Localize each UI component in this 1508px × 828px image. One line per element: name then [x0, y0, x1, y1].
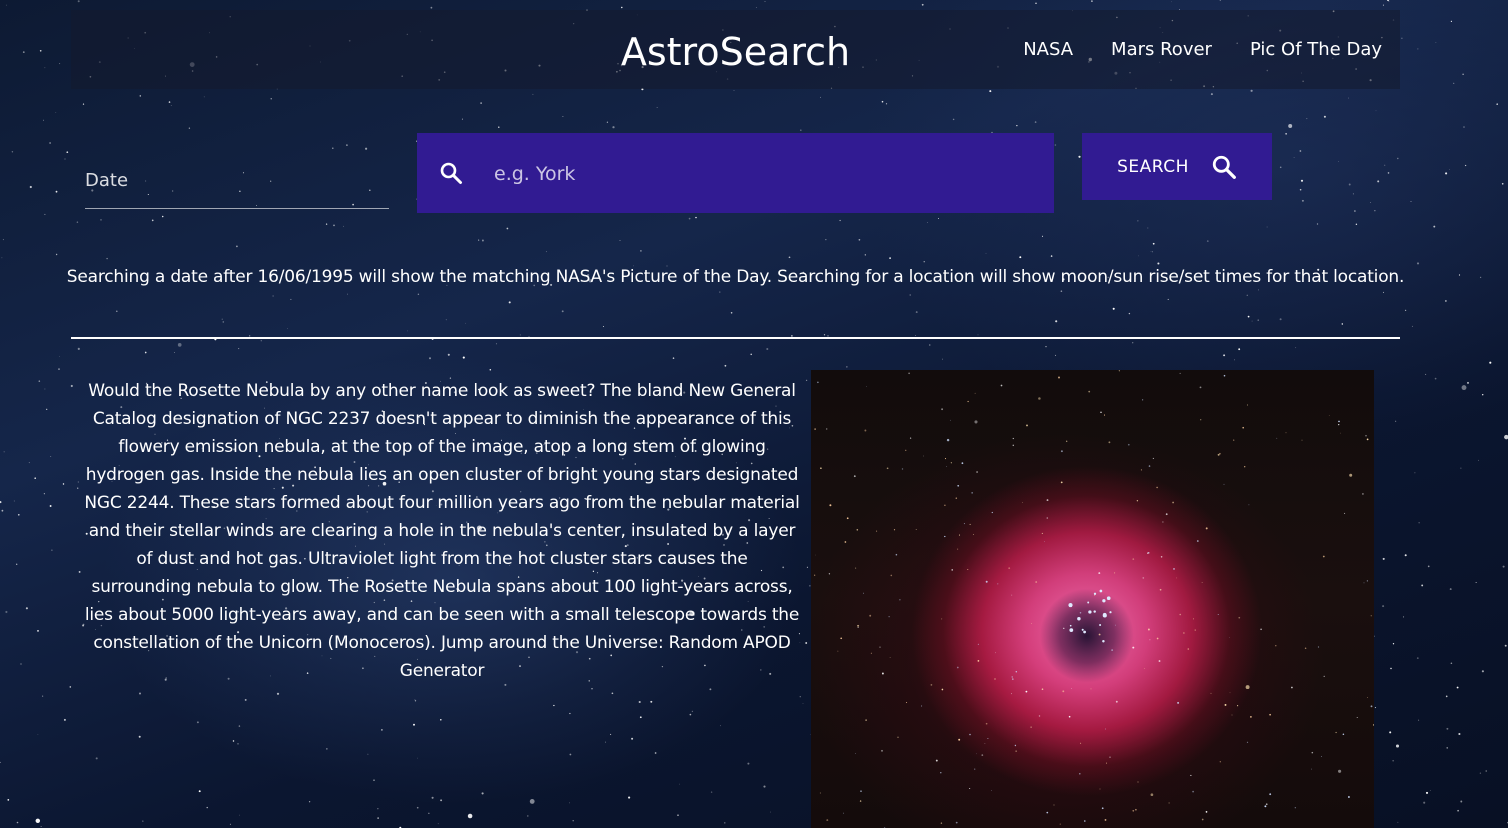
- location-search-input[interactable]: [492, 153, 1036, 195]
- header-bar: AstroSearch NASA Mars Rover Pic Of The D…: [71, 10, 1400, 89]
- nav-link-mars-rover[interactable]: Mars Rover: [1111, 38, 1212, 62]
- nav-link-nasa[interactable]: NASA: [1023, 38, 1073, 62]
- apod-image: [811, 370, 1374, 828]
- location-search-box[interactable]: [417, 133, 1054, 213]
- date-field[interactable]: Date: [85, 160, 389, 209]
- apod-explanation: Would the Rosette Nebula by any other na…: [84, 381, 800, 681]
- search-button[interactable]: SEARCH: [1082, 133, 1272, 200]
- apod-image-stars: [814, 370, 1374, 828]
- main-nav: NASA Mars Rover Pic Of The Day: [1023, 38, 1382, 62]
- search-icon: [1212, 155, 1236, 179]
- search-icon: [440, 162, 462, 184]
- section-divider: [71, 337, 1400, 339]
- search-help-text: Searching a date after 16/06/1995 will s…: [66, 267, 1405, 287]
- date-field-label: Date: [85, 170, 129, 191]
- nav-link-pic-of-the-day[interactable]: Pic Of The Day: [1250, 38, 1382, 62]
- search-button-label: SEARCH: [1117, 156, 1189, 177]
